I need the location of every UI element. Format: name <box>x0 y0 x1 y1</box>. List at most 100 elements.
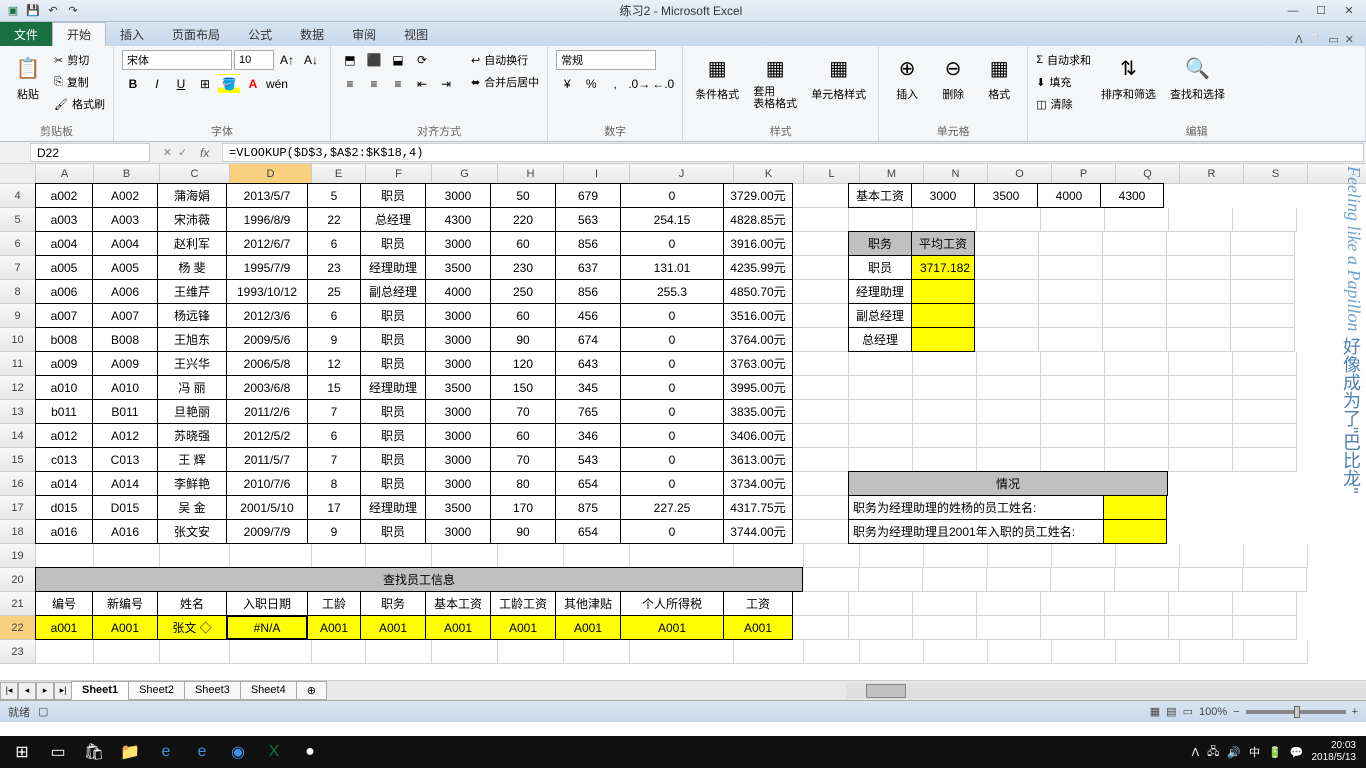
cell[interactable]: 4235.99元 <box>723 255 793 280</box>
cell[interactable]: 2012/5/2 <box>226 423 308 448</box>
cell[interactable]: 0 <box>620 399 724 424</box>
cell[interactable] <box>793 232 849 256</box>
cell[interactable]: 80 <box>490 471 556 496</box>
cell[interactable] <box>1103 519 1167 544</box>
cell[interactable]: 职员 <box>360 303 426 328</box>
cell[interactable] <box>1041 376 1105 400</box>
cell[interactable]: 765 <box>555 399 621 424</box>
cell[interactable] <box>432 640 498 664</box>
file-tab[interactable]: 文件 <box>0 22 52 46</box>
undo-icon[interactable]: ↶ <box>44 2 62 20</box>
cell[interactable] <box>36 640 94 664</box>
cell[interactable]: 情况 <box>848 471 1168 496</box>
cell[interactable]: a005 <box>35 255 93 280</box>
cell[interactable]: 3000 <box>425 471 491 496</box>
cell[interactable]: 230 <box>490 255 556 280</box>
dec-dec-icon[interactable]: ←.0 <box>652 74 674 94</box>
cell[interactable] <box>498 544 564 568</box>
tray-network-icon[interactable]: 🖧 <box>1207 743 1219 762</box>
cell[interactable]: 副总经理 <box>360 279 426 304</box>
cell[interactable]: 姓名 <box>157 591 227 616</box>
cell[interactable]: 冯 丽 <box>157 375 227 400</box>
col-head-R[interactable]: R <box>1180 164 1244 183</box>
cell[interactable] <box>1103 495 1167 520</box>
cell[interactable]: 职务 <box>848 231 912 256</box>
cell[interactable]: 职员 <box>360 471 426 496</box>
cell[interactable]: 蒲海娟 <box>157 183 227 208</box>
horizontal-scrollbar[interactable] <box>846 683 1366 699</box>
app-icon-1[interactable]: ◉ <box>220 738 256 766</box>
cell[interactable]: 345 <box>555 375 621 400</box>
cell[interactable]: 2009/7/9 <box>226 519 308 544</box>
cell[interactable] <box>1103 328 1167 352</box>
cell[interactable] <box>630 544 734 568</box>
cell[interactable]: 875 <box>555 495 621 520</box>
row-head[interactable]: 22 <box>0 616 36 640</box>
col-head-I[interactable]: I <box>564 164 630 183</box>
excel-taskbar-icon[interactable]: X <box>256 738 292 766</box>
row-head[interactable]: 21 <box>0 592 36 616</box>
wrap-text-button[interactable]: ↩自动换行 <box>471 50 539 70</box>
cell[interactable]: 254.15 <box>620 207 724 232</box>
name-box[interactable]: D22 <box>30 143 150 162</box>
cell[interactable]: 基本工资 <box>425 591 491 616</box>
cell[interactable] <box>977 424 1041 448</box>
tray-ime-icon[interactable]: 中 <box>1249 744 1260 760</box>
cell[interactable] <box>911 327 975 352</box>
cell[interactable]: 22 <box>307 207 361 232</box>
cell[interactable]: 17 <box>307 495 361 520</box>
cell[interactable] <box>564 640 630 664</box>
cell[interactable] <box>803 568 859 592</box>
cell[interactable] <box>793 448 849 472</box>
grow-font-icon[interactable]: A↑ <box>276 50 298 70</box>
cell[interactable] <box>913 376 977 400</box>
cell[interactable]: 3500 <box>974 183 1038 208</box>
cell[interactable] <box>1169 208 1233 232</box>
cell[interactable] <box>793 376 849 400</box>
cell[interactable]: 227.25 <box>620 495 724 520</box>
cell[interactable]: 3613.00元 <box>723 447 793 472</box>
cell[interactable]: 856 <box>555 231 621 256</box>
cell[interactable]: 平均工资 <box>911 231 975 256</box>
cell[interactable]: 杨 斐 <box>157 255 227 280</box>
cell[interactable] <box>1233 208 1297 232</box>
cell[interactable] <box>977 448 1041 472</box>
cell[interactable]: 2003/6/8 <box>226 375 308 400</box>
cell[interactable]: 3995.00元 <box>723 375 793 400</box>
cell[interactable]: 编号 <box>35 591 93 616</box>
col-head-J[interactable]: J <box>630 164 734 183</box>
maximize-button[interactable]: ☐ <box>1308 3 1334 19</box>
cell[interactable]: #N/A <box>226 615 308 640</box>
cell[interactable] <box>1105 352 1169 376</box>
cell[interactable]: 3000 <box>425 399 491 424</box>
redo-icon[interactable]: ↷ <box>64 2 82 20</box>
sheet-nav-prev[interactable]: ◂ <box>18 682 36 700</box>
delete-button[interactable]: ⊖删除 <box>933 50 973 104</box>
row-head[interactable]: 6 <box>0 232 36 256</box>
col-head-M[interactable]: M <box>860 164 924 183</box>
cell[interactable]: 1995/7/9 <box>226 255 308 280</box>
cell[interactable]: 60 <box>490 303 556 328</box>
cell[interactable] <box>366 640 432 664</box>
cell[interactable] <box>923 568 987 592</box>
border-button[interactable]: ⊞ <box>194 74 216 94</box>
orientation-icon[interactable]: ⟳ <box>411 50 433 70</box>
cell[interactable] <box>1244 544 1308 568</box>
cell[interactable]: 4000 <box>425 279 491 304</box>
cell[interactable] <box>36 544 94 568</box>
cell[interactable]: 7 <box>307 399 361 424</box>
cell[interactable] <box>1233 400 1297 424</box>
row-head[interactable]: 16 <box>0 472 36 496</box>
fill-color-button[interactable]: 🪣 <box>218 74 240 94</box>
cell[interactable] <box>793 184 849 208</box>
cell[interactable]: 张文 ◇ <box>157 615 227 640</box>
row-head[interactable]: 23 <box>0 640 36 664</box>
cell[interactable] <box>366 544 432 568</box>
cell[interactable] <box>1115 568 1179 592</box>
cell[interactable] <box>913 616 977 640</box>
view-layout-icon[interactable]: ▤ <box>1166 705 1176 718</box>
cell[interactable]: A001 <box>620 615 724 640</box>
cell[interactable]: 2012/3/6 <box>226 303 308 328</box>
cell[interactable]: 456 <box>555 303 621 328</box>
cell[interactable]: a002 <box>35 183 93 208</box>
